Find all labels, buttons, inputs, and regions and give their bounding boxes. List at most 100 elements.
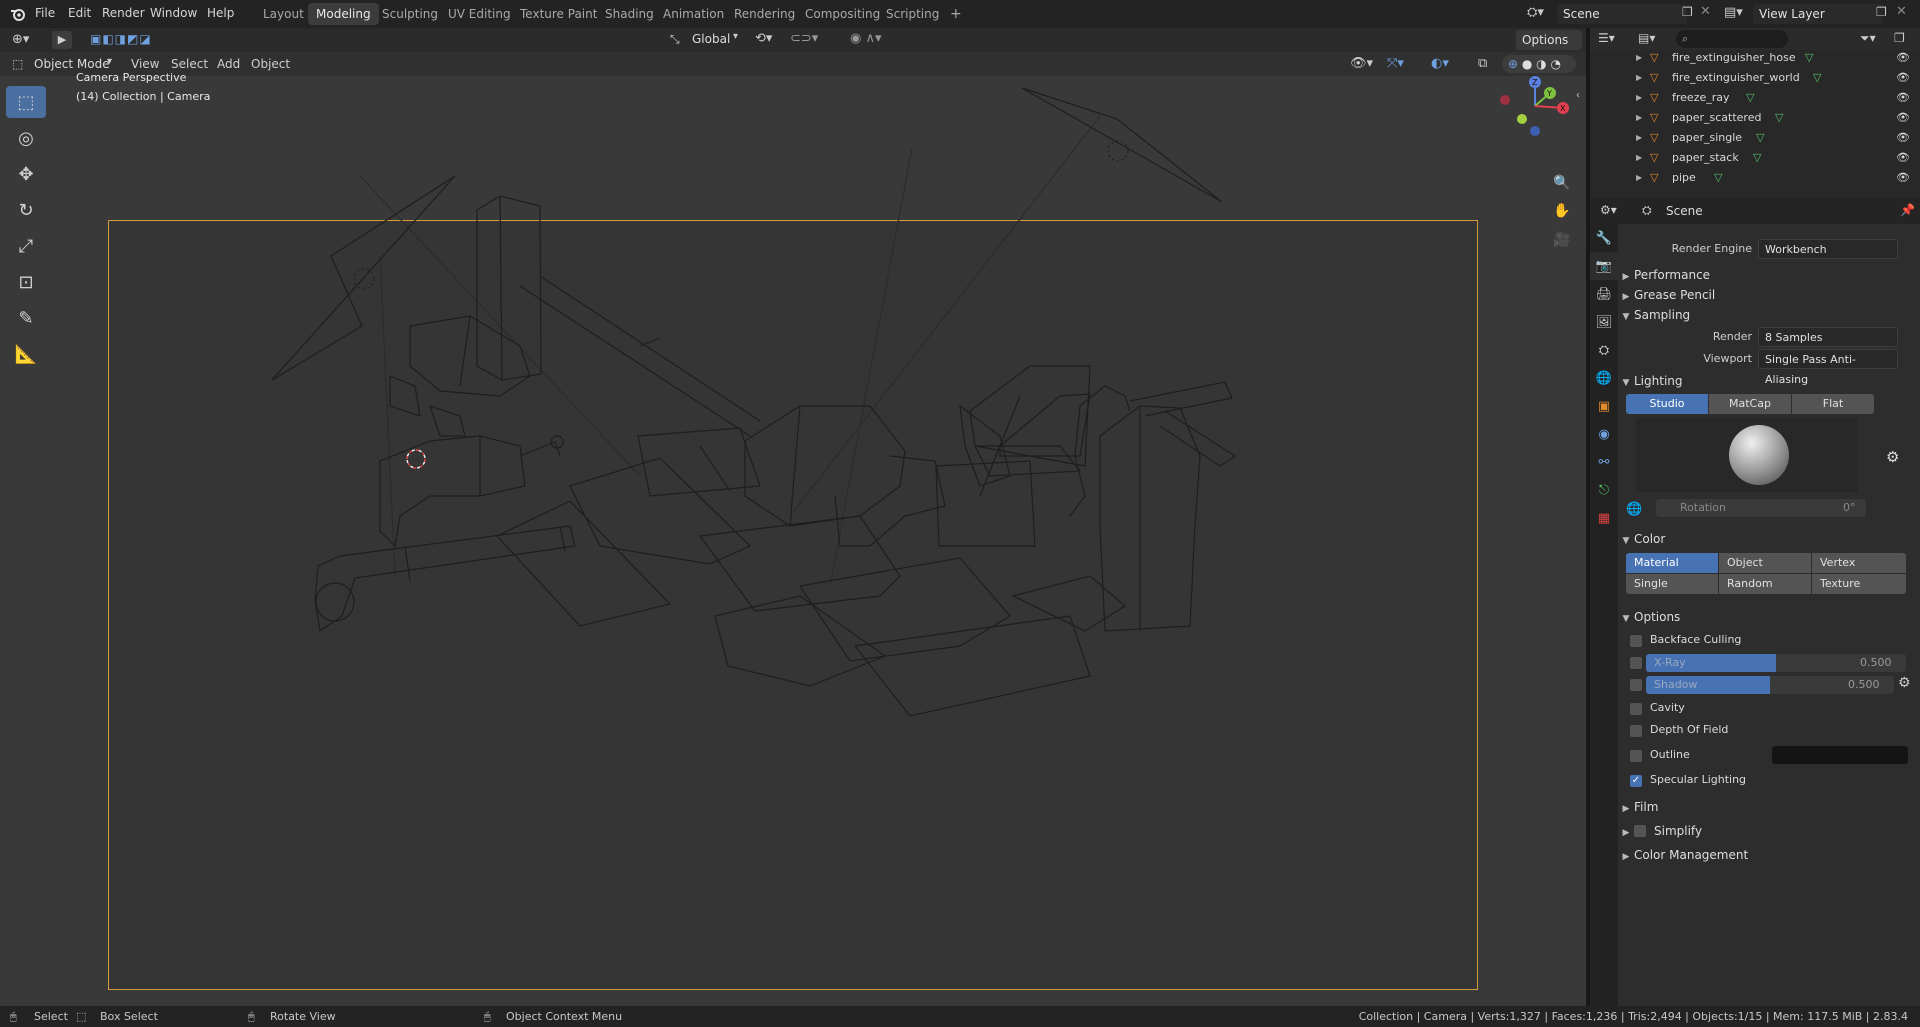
tab-layout[interactable]: Layout xyxy=(255,3,312,25)
eye-icon[interactable]: 👁 xyxy=(1896,108,1910,128)
zoom-icon[interactable]: 🔍 xyxy=(1553,175,1570,191)
sidebar-toggle-icon[interactable]: ‹ xyxy=(1576,90,1580,101)
blender-logo-icon[interactable] xyxy=(9,5,27,23)
data-tab-icon[interactable]: ⎋ xyxy=(1590,476,1618,504)
mesh-data-icon[interactable]: ▽ xyxy=(1805,48,1813,68)
select-box-tool-icon[interactable]: ⬚ xyxy=(6,86,46,118)
color-single-button[interactable]: Single xyxy=(1626,574,1718,594)
section-color[interactable]: ▼ Color xyxy=(1618,528,1920,550)
xray-icon[interactable]: ⧉ xyxy=(1478,56,1487,71)
scene-tab-icon[interactable]: ⛭ xyxy=(1590,336,1618,364)
gear-icon[interactable]: ⚙ xyxy=(1886,448,1899,466)
tab-uv-editing[interactable]: UV Editing xyxy=(440,3,519,25)
menu-select[interactable]: Select xyxy=(171,57,208,71)
scene-field[interactable]: Scene xyxy=(1557,4,1687,24)
eye-icon[interactable]: 👁 xyxy=(1896,148,1910,168)
eye-icon[interactable]: 👁 xyxy=(1896,68,1910,88)
mesh-data-icon[interactable]: ▽ xyxy=(1756,128,1764,148)
options-dropdown[interactable]: Options xyxy=(1516,30,1582,50)
menu-help[interactable]: Help xyxy=(207,6,234,20)
menu-object[interactable]: Object xyxy=(251,57,290,71)
display-mode-icon[interactable]: ▤▾ xyxy=(1638,31,1655,45)
expand-arrow-icon[interactable]: ▶ xyxy=(1636,148,1642,168)
render-engine-dropdown[interactable]: Workbench xyxy=(1758,239,1898,259)
selection-mode-icons[interactable]: ▣◧◨◩◪ xyxy=(90,32,152,46)
cavity-checkbox[interactable] xyxy=(1630,703,1642,715)
pin-icon[interactable]: 📌 xyxy=(1900,203,1915,217)
expand-arrow-icon[interactable]: ▶ xyxy=(1636,68,1642,88)
constraint-tab-icon[interactable]: ⚯ xyxy=(1590,448,1618,476)
mesh-data-icon[interactable]: ▽ xyxy=(1813,68,1821,88)
select-tool-icon[interactable]: ▶ xyxy=(52,31,72,49)
section-options[interactable]: ▼ Options xyxy=(1618,606,1920,628)
outliner-row[interactable]: ▶ ▽ pipe ▽ 👁 xyxy=(1590,168,1920,188)
section-performance[interactable]: ▶ Performance xyxy=(1618,264,1920,286)
scene-icon[interactable]: ⛭▾ xyxy=(1527,5,1544,20)
outline-color-swatch[interactable] xyxy=(1772,746,1908,764)
tab-modeling[interactable]: Modeling xyxy=(308,3,379,25)
new-collection-icon[interactable]: ❐ xyxy=(1894,31,1905,45)
tab-rendering[interactable]: Rendering xyxy=(726,3,803,25)
transform-tool-icon[interactable]: ⊡ xyxy=(6,266,46,298)
tab-texture-paint[interactable]: Texture Paint xyxy=(512,3,605,25)
mesh-data-icon[interactable]: ▽ xyxy=(1714,168,1722,188)
eye-icon[interactable]: 👁 xyxy=(1896,168,1910,188)
expand-arrow-icon[interactable]: ▶ xyxy=(1636,48,1642,68)
outliner-search-input[interactable]: ⌕ xyxy=(1676,30,1788,48)
color-texture-button[interactable]: Texture xyxy=(1812,574,1906,594)
mesh-data-icon[interactable]: ▽ xyxy=(1746,88,1754,108)
xray-checkbox[interactable] xyxy=(1630,657,1642,669)
new-scene-icon[interactable]: ❐ xyxy=(1682,5,1693,19)
color-random-button[interactable]: Random xyxy=(1719,574,1811,594)
shadow-checkbox[interactable] xyxy=(1630,679,1642,691)
editor-type-icon[interactable]: ⊕▾ xyxy=(12,32,29,47)
object-tab-icon[interactable]: ▣ xyxy=(1590,392,1618,420)
tab-shading[interactable]: Shading xyxy=(597,3,662,25)
expand-arrow-icon[interactable]: ▶ xyxy=(1636,108,1642,128)
color-material-button[interactable]: Material xyxy=(1626,553,1718,573)
menu-add[interactable]: Add xyxy=(217,57,240,71)
tool-tab-icon[interactable]: 🔧 xyxy=(1590,224,1618,252)
overlay-icon[interactable]: ◐▾ xyxy=(1431,56,1449,71)
outliner-row[interactable]: ▶ ▽ fire_extinguisher_world ▽ 👁 xyxy=(1590,68,1920,88)
menu-view[interactable]: View xyxy=(131,57,159,71)
annotate-tool-icon[interactable]: ✎ xyxy=(6,302,46,334)
world-tab-icon[interactable]: 🌐 xyxy=(1590,364,1618,392)
depth-of-field-checkbox[interactable] xyxy=(1630,725,1642,737)
pan-hand-icon[interactable]: ✋ xyxy=(1553,203,1570,219)
section-simplify[interactable]: ▶ Simplify xyxy=(1618,820,1920,842)
section-film[interactable]: ▶ Film xyxy=(1618,796,1920,818)
scale-tool-icon[interactable]: ⤢ xyxy=(6,230,46,262)
outline-checkbox[interactable] xyxy=(1630,750,1642,762)
chevron-down-icon[interactable]: ▾ xyxy=(107,56,112,67)
render-tab-icon[interactable]: 📷 xyxy=(1590,252,1618,280)
gear-icon[interactable]: ⚙ xyxy=(1898,675,1911,691)
chevron-down-icon[interactable]: ▾ xyxy=(733,31,738,42)
cursor-tool-icon[interactable]: ◎ xyxy=(6,122,46,154)
backface-culling-checkbox[interactable] xyxy=(1630,635,1642,647)
new-view-layer-icon[interactable]: ❐ xyxy=(1876,5,1887,19)
outliner-row[interactable]: ▶ ▽ fire_extinguisher_hose ▽ 👁 xyxy=(1590,48,1920,68)
proportional-edit-icon[interactable]: ◉ ∧▾ xyxy=(850,31,882,46)
eye-icon[interactable]: 👁 xyxy=(1896,128,1910,148)
outliner-row[interactable]: ▶ ▽ freeze_ray ▽ 👁 xyxy=(1590,88,1920,108)
color-vertex-button[interactable]: Vertex xyxy=(1812,553,1906,573)
transform-orientation[interactable]: Global xyxy=(692,32,730,46)
menu-render[interactable]: Render xyxy=(102,6,145,20)
rotate-tool-icon[interactable]: ↻ xyxy=(6,194,46,226)
specular-lighting-checkbox[interactable]: ✓ xyxy=(1630,775,1642,787)
output-tab-icon[interactable]: 🖨 xyxy=(1590,280,1618,308)
view-layer-field[interactable]: View Layer xyxy=(1753,4,1883,24)
mode-dropdown[interactable]: Object Mode xyxy=(34,57,110,71)
close-view-layer-icon[interactable]: ✕ xyxy=(1896,4,1907,19)
shading-mode-icons[interactable]: ⊕ ● ◑ ◔ xyxy=(1502,55,1576,73)
lighting-flat-button[interactable]: Flat xyxy=(1792,394,1874,414)
eye-icon[interactable]: 👁 xyxy=(1896,48,1910,68)
section-sampling[interactable]: ▼ Sampling xyxy=(1618,304,1920,326)
outliner-editor-icon[interactable]: ☰▾ xyxy=(1598,31,1615,45)
section-lighting[interactable]: ▼ Lighting xyxy=(1618,370,1920,392)
lighting-matcap-button[interactable]: MatCap xyxy=(1709,394,1791,414)
outliner-row[interactable]: ▶ ▽ paper_single ▽ 👁 xyxy=(1590,128,1920,148)
move-tool-icon[interactable]: ✥ xyxy=(6,158,46,190)
mesh-data-icon[interactable]: ▽ xyxy=(1775,108,1783,128)
